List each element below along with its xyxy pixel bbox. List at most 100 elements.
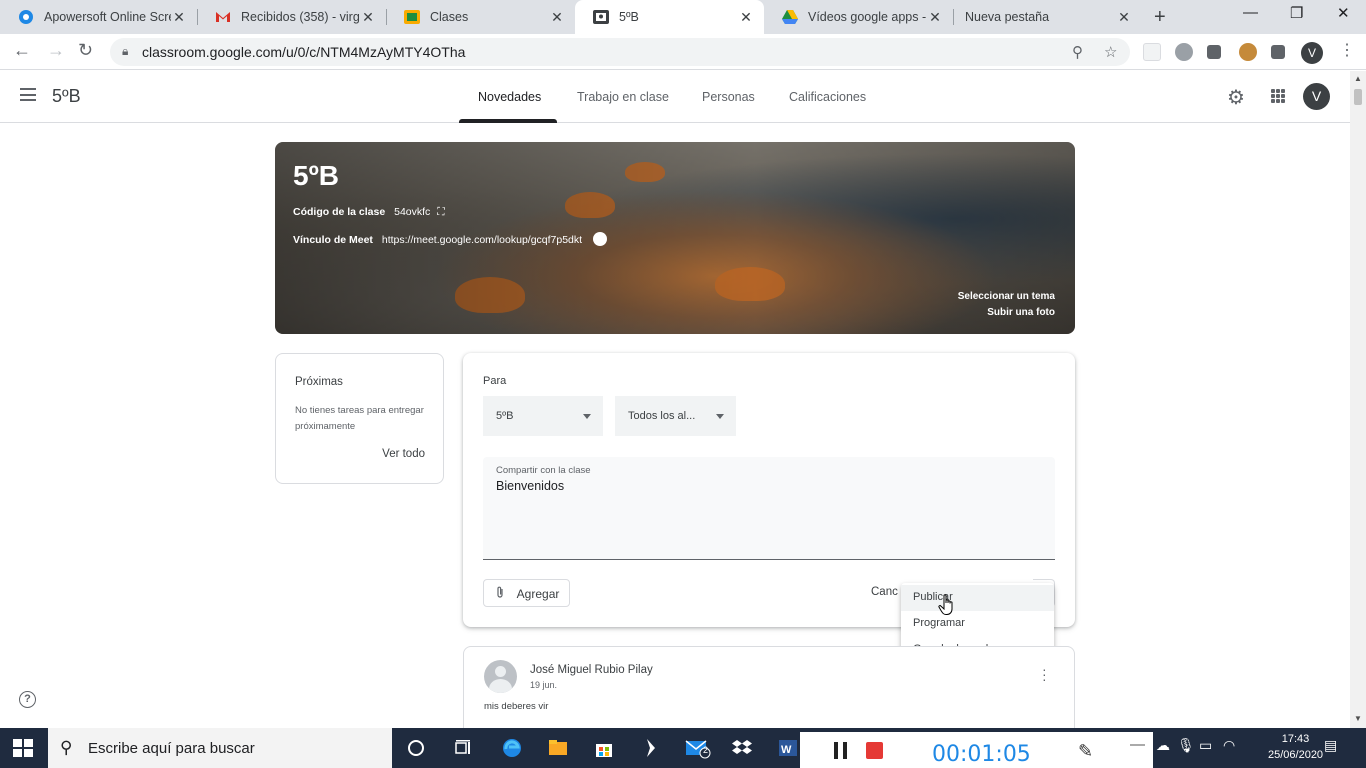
bookmark-star-icon[interactable]: ☆ [1104, 43, 1117, 61]
app-launcher-icon[interactable] [639, 737, 661, 759]
browser-tab-clases[interactable]: Clases ✕ [386, 0, 575, 34]
close-icon[interactable]: ✕ [549, 9, 565, 26]
browser-tab-gmail[interactable]: Recibidos (358) - virgin ✕ [197, 0, 386, 34]
microphone-icon[interactable]: 🎙︎ [1177, 737, 1195, 754]
word-icon[interactable]: W [777, 737, 799, 759]
puzzle-icon[interactable] [1271, 45, 1285, 59]
share-label: Compartir con la clase [496, 465, 591, 476]
tab-title: Recibidos (358) - virgin [241, 10, 360, 24]
post-text: mis deberes vir [484, 701, 549, 712]
zoom-search-icon[interactable]: ⚲ [1072, 43, 1083, 61]
restore-icon[interactable]: ❐ [1290, 4, 1303, 22]
close-icon[interactable]: ✕ [1116, 9, 1132, 26]
view-all-link[interactable]: Ver todo [382, 448, 425, 460]
students-select-value: Todos los al... [628, 410, 696, 422]
system-clock[interactable]: 17:43 25/06/2020 [1268, 731, 1323, 763]
reload-icon[interactable]: ↻ [78, 40, 93, 61]
stop-icon[interactable] [866, 742, 883, 759]
menu-item-publicar[interactable]: Publicar [901, 585, 1054, 611]
menu-item-programar[interactable]: Programar [901, 611, 1054, 637]
banner-class-title: 5ºB [293, 160, 340, 191]
new-tab-icon[interactable]: + [1154, 6, 1166, 29]
browser-tab-new[interactable]: Nueva pestaña ✕ [953, 0, 1142, 34]
cortana-icon[interactable] [405, 737, 427, 759]
announcement-text-field[interactable]: Compartir con la clase Bienvenidos [483, 457, 1055, 560]
page-scrollbar[interactable]: ▲ ▼ [1350, 71, 1366, 728]
tab-novedades[interactable]: Novedades [478, 90, 541, 104]
tab-trabajo-en-clase[interactable]: Trabajo en clase [577, 90, 669, 104]
task-view-icon[interactable] [453, 737, 475, 759]
tab-calificaciones[interactable]: Calificaciones [789, 90, 866, 104]
wifi-icon[interactable]: ◠ [1223, 737, 1235, 754]
dropbox-icon[interactable] [731, 737, 753, 759]
add-attachment-button[interactable]: Agregar [483, 579, 570, 607]
battery-icon[interactable]: ▭ [1199, 737, 1212, 754]
meet-camera-icon[interactable] [593, 232, 607, 246]
extension-icon[interactable] [1239, 43, 1257, 61]
fullscreen-icon[interactable]: ⛶ [437, 206, 444, 218]
scroll-down-icon[interactable]: ▼ [1354, 714, 1362, 723]
profile-avatar[interactable]: V [1301, 42, 1323, 64]
extension-icon[interactable] [1175, 43, 1193, 61]
edge-icon[interactable] [501, 737, 523, 759]
browser-tab-drive[interactable]: Vídeos google apps - G ✕ [764, 0, 953, 34]
apps-grid-icon[interactable] [1271, 89, 1285, 103]
forward-icon[interactable]: → [47, 40, 65, 61]
close-window-icon[interactable]: ✕ [1337, 4, 1350, 22]
extension-icon[interactable] [1143, 43, 1161, 61]
gear-icon[interactable]: ⚙ [1227, 85, 1245, 110]
upcoming-empty-text: No tienes tareas para entregar próximame… [295, 405, 424, 432]
tab-title: Vídeos google apps - G [808, 10, 927, 24]
browser-tab-apowersoft[interactable]: Apowersoft Online Scre ✕ [0, 0, 197, 34]
post-author[interactable]: José Miguel Rubio Pilay [530, 664, 653, 676]
lock-icon: 🔒︎ [122, 44, 129, 58]
notifications-icon[interactable]: ▤ [1324, 737, 1337, 754]
post-date: 19 jun. [530, 680, 558, 690]
class-title[interactable]: 5ºB [52, 86, 81, 107]
pen-icon[interactable]: ✎ [1078, 741, 1093, 762]
class-code-label: Código de la clase [293, 206, 386, 218]
tab-title: Clases [430, 10, 469, 24]
students-select[interactable]: Todos los al... [615, 396, 736, 436]
close-icon[interactable]: ✕ [360, 9, 376, 26]
taskbar-search-box[interactable]: ⚲ Escribe aquí para buscar [48, 728, 392, 768]
browser-tab-5b[interactable]: 5ºB ✕ [575, 0, 764, 34]
minimize-icon[interactable]: — [1243, 4, 1258, 21]
tab-personas[interactable]: Personas [702, 90, 755, 104]
meet-link-value[interactable]: https://meet.google.com/lookup/gcqf7p5dk… [382, 234, 582, 246]
cancel-button[interactable]: Canc [871, 586, 898, 598]
close-icon[interactable]: ✕ [927, 9, 943, 26]
screen-recorder-panel: 00:01:05 ✎ — [800, 732, 1153, 768]
help-icon[interactable]: ? [19, 691, 36, 708]
windows-start-icon[interactable] [13, 739, 33, 757]
stream-post: José Miguel Rubio Pilay 19 jun. · · · mis … [463, 646, 1075, 736]
file-explorer-icon[interactable] [547, 737, 569, 759]
extension-icon[interactable] [1207, 45, 1221, 59]
hamburger-menu-icon[interactable] [20, 88, 36, 105]
more-options-icon[interactable]: · · · [1042, 662, 1047, 686]
close-icon[interactable]: ✕ [738, 9, 754, 26]
for-label: Para [483, 375, 507, 387]
address-bar[interactable]: 🔒︎ classroom.google.com/u/0/c/NTM4MzAyMT… [110, 38, 1130, 66]
hand-cursor-icon [938, 594, 953, 615]
scroll-up-icon[interactable]: ▲ [1354, 74, 1362, 83]
pause-icon[interactable] [834, 742, 848, 759]
menu-kebab-icon[interactable]: ⋮ [1339, 40, 1355, 60]
upcoming-title: Próximas [295, 376, 343, 388]
minimize-icon[interactable]: — [1130, 736, 1145, 753]
store-icon[interactable] [593, 737, 615, 759]
back-icon[interactable]: ← [13, 40, 31, 61]
select-theme-link[interactable]: Seleccionar un tema [958, 291, 1055, 302]
class-code-value[interactable]: 54ovkfc [394, 206, 430, 218]
upload-photo-link[interactable]: Subir una foto [987, 307, 1055, 318]
close-icon[interactable]: ✕ [171, 9, 187, 26]
classroom-icon [593, 9, 609, 25]
tab-title: Nueva pestaña [965, 10, 1050, 24]
search-icon: ⚲ [60, 738, 73, 757]
account-avatar[interactable]: V [1303, 83, 1330, 110]
onedrive-icon[interactable]: ☁ [1156, 737, 1170, 754]
url-text: classroom.google.com/u/0/c/NTM4MzAyMTY4O… [142, 44, 466, 60]
class-select[interactable]: 5ºB [483, 396, 603, 436]
browser-toolbar: ← → ↻ 🔒︎ classroom.google.com/u/0/c/NTM4… [0, 34, 1366, 70]
scroll-thumb[interactable] [1354, 89, 1362, 105]
